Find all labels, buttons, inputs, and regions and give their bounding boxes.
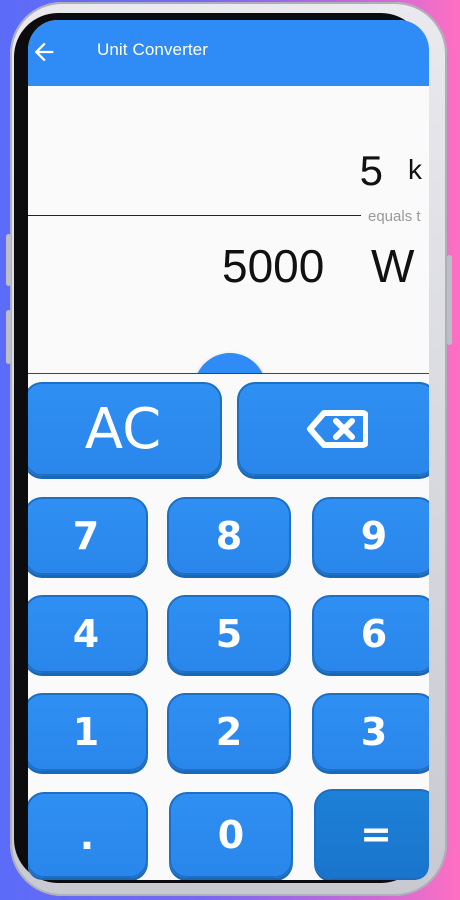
backspace-button[interactable] <box>237 382 429 476</box>
digit-7-button[interactable]: 7 <box>28 497 148 575</box>
equals-caption: equals t <box>368 208 421 225</box>
back-button[interactable] <box>30 38 58 66</box>
input-unit: k <box>408 154 422 185</box>
app-screen: Unit Converter 5 k equals t 5000 W W kW … <box>28 20 429 880</box>
equals-button[interactable]: = <box>314 789 429 879</box>
digit-3-button[interactable]: 3 <box>312 693 429 771</box>
digit-1-button[interactable]: 1 <box>28 693 148 771</box>
digit-8-button[interactable]: 8 <box>167 497 291 575</box>
digit-4-button[interactable]: 4 <box>28 595 148 673</box>
result-unit: W <box>371 240 415 292</box>
phone-volume-button <box>6 234 11 286</box>
arrow-left-icon <box>34 42 54 62</box>
app-bar: Unit Converter <box>28 20 429 86</box>
page-title: Unit Converter <box>97 40 208 59</box>
input-value[interactable]: 5 <box>360 150 383 192</box>
backspace-icon <box>307 410 368 448</box>
input-underline <box>28 215 361 216</box>
digit-5-button[interactable]: 5 <box>167 595 291 673</box>
conversion-display: 5 k equals t 5000 W W kW <box>28 86 429 425</box>
phone-power-button <box>447 255 452 345</box>
digit-2-button[interactable]: 2 <box>167 693 291 771</box>
decimal-point-button[interactable]: . <box>28 792 148 878</box>
clear-button[interactable]: AC <box>28 382 222 476</box>
keypad: AC 7 8 9 4 5 6 1 2 3 . 0 = <box>28 374 429 880</box>
phone-side-button <box>6 310 11 364</box>
result-value: 5000 <box>222 240 325 292</box>
digit-9-button[interactable]: 9 <box>312 497 429 575</box>
digit-6-button[interactable]: 6 <box>312 595 429 673</box>
digit-0-button[interactable]: 0 <box>169 792 293 878</box>
